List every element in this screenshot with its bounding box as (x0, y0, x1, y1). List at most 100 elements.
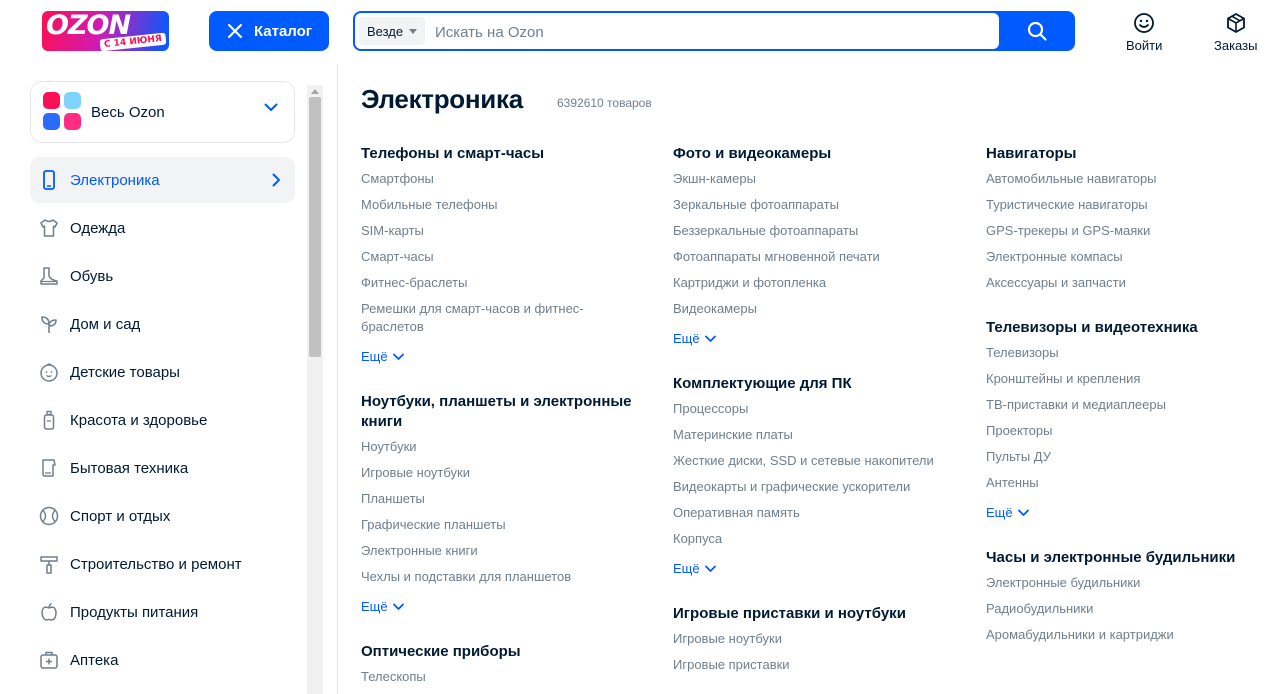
sidebar-item-food[interactable]: Продукты питания (30, 589, 295, 635)
category-group-title[interactable]: Навигаторы (986, 144, 1261, 164)
show-more-link[interactable]: Ещё (986, 504, 1261, 522)
subcategory-link[interactable]: Аромабудильники и картриджи (986, 626, 1261, 644)
sidebar-item-clothes[interactable]: Одежда (30, 205, 295, 251)
baby-icon (38, 361, 60, 383)
subcategory-link[interactable]: ТВ-приставки и медиаплееры (986, 396, 1261, 414)
subcategory-link[interactable]: Кронштейны и крепления (986, 370, 1261, 388)
product-count: 6392610 товаров (557, 96, 652, 110)
sidebar-item-home-garden[interactable]: Дом и сад (30, 301, 295, 347)
subcategory-link[interactable]: Видеокамеры (673, 300, 953, 318)
show-more-link[interactable]: Ещё (673, 330, 953, 348)
subcategory-link[interactable]: Телевизоры (986, 344, 1261, 362)
subcategory-link[interactable]: GPS-трекеры и GPS-маяки (986, 222, 1261, 240)
subcategory-link[interactable]: Процессоры (673, 400, 953, 418)
category-group: Ноутбуки, планшеты и электронные книги Н… (361, 392, 641, 616)
show-more-label: Ещё (361, 349, 388, 364)
subcategory-link[interactable]: Ремешки для смарт-часов и фитнес-браслет… (361, 300, 616, 336)
category-group: Игровые приставки и ноутбуки Игровые ноу… (673, 604, 953, 674)
all-ozon-label: Весь Ozon (91, 103, 165, 121)
show-more-link[interactable]: Ещё (673, 560, 953, 578)
sidebar-item-kids[interactable]: Детские товары (30, 349, 295, 395)
category-group-title[interactable]: Телефоны и смарт-часы (361, 144, 641, 164)
sidebar-item-construction[interactable]: Строительство и ремонт (30, 541, 295, 587)
header: OZON С 14 ИЮНЯ Каталог Везде Искать на O… (0, 0, 1274, 64)
first-aid-icon (38, 649, 60, 671)
bottle-icon (38, 409, 60, 431)
category-group: Навигаторы Автомобильные навигаторы Тури… (986, 144, 1261, 292)
scrollbar-thumb[interactable] (309, 97, 321, 357)
subcategory-link[interactable]: Экшн-камеры (673, 170, 953, 188)
subcategory-link[interactable]: Беззеркальные фотоаппараты (673, 222, 953, 240)
box-icon (1226, 13, 1245, 33)
subcategory-link[interactable]: Картриджи и фотопленка (673, 274, 953, 292)
caret-down-icon (409, 28, 418, 34)
sidebar-item-sport[interactable]: Спорт и отдых (30, 493, 295, 539)
sidebar-item-label: Спорт и отдых (70, 507, 171, 525)
sidebar-item-electronics[interactable]: Электроника (30, 157, 295, 203)
sidebar-item-appliances[interactable]: Бытовая техника (30, 445, 295, 491)
sidebar-item-beauty-health[interactable]: Красота и здоровье (30, 397, 295, 443)
subcategory-link[interactable]: Игровые ноутбуки (361, 464, 641, 482)
subcategory-link[interactable]: Электронные будильники (986, 574, 1261, 592)
subcategory-link[interactable]: Корпуса (673, 530, 953, 548)
show-more-link[interactable]: Ещё (361, 598, 641, 616)
search-bar: Везде (353, 11, 1075, 51)
subcategory-link[interactable]: Электронные книги (361, 542, 641, 560)
subcategory-link[interactable]: Мобильные телефоны (361, 196, 641, 214)
subcategory-link[interactable]: Фитнес-браслеты (361, 274, 641, 292)
all-ozon-select[interactable]: Весь Ozon (30, 81, 295, 143)
subcategory-link[interactable]: Планшеты (361, 490, 641, 508)
subcategory-link[interactable]: Автомобильные навигаторы (986, 170, 1261, 188)
show-more-link[interactable]: Ещё (361, 348, 641, 366)
subcategory-link[interactable]: Графические планшеты (361, 516, 641, 534)
category-group-title[interactable]: Часы и электронные будильники (986, 548, 1261, 568)
scroll-up-arrow-icon[interactable] (311, 89, 319, 94)
sidebar-item-pharmacy[interactable]: Аптека (30, 637, 295, 683)
subcategory-link[interactable]: Аксессуары и запчасти (986, 274, 1261, 292)
subcategory-link[interactable]: Радиобудильники (986, 600, 1261, 618)
subcategory-link[interactable]: Жесткие диски, SSD и сетевые накопители (673, 452, 953, 470)
ozon-logo[interactable]: OZON С 14 ИЮНЯ (42, 11, 169, 51)
subcategory-link[interactable]: Антенны (986, 474, 1261, 492)
orders-button[interactable]: Заказы (1214, 11, 1257, 53)
subcategory-link[interactable]: Игровые приставки (673, 656, 953, 674)
search-input[interactable] (433, 13, 977, 51)
category-group-title[interactable]: Ноутбуки, планшеты и электронные книги (361, 392, 641, 432)
subcategory-link[interactable]: Материнские платы (673, 426, 953, 444)
catalog-button[interactable]: Каталог (209, 11, 329, 51)
sidebar-item-shoes[interactable]: Обувь (30, 253, 295, 299)
subcategory-link[interactable]: Проекторы (986, 422, 1261, 440)
category-group-title[interactable]: Комплектующие для ПК (673, 374, 953, 394)
sidebar-item-label: Строительство и ремонт (70, 555, 242, 573)
subcategory-link[interactable]: Телескопы (361, 668, 641, 686)
sidebar-item-label: Обувь (70, 267, 114, 285)
category-group: Телевизоры и видеотехника Телевизоры Кро… (986, 318, 1261, 522)
chevron-down-icon (704, 565, 716, 572)
subcategory-link[interactable]: Смартфоны (361, 170, 641, 188)
subcategory-link[interactable]: SIM-карты (361, 222, 641, 240)
subcategory-link[interactable]: Чехлы и подставки для планшетов (361, 568, 641, 586)
search-button[interactable] (999, 11, 1075, 51)
subcategory-link[interactable]: Ноутбуки (361, 438, 641, 456)
subcategory-link[interactable]: Электронные компасы (986, 248, 1261, 266)
category-group-title[interactable]: Оптические приборы (361, 642, 641, 662)
subcategory-link[interactable]: Фотоаппараты мгновенной печати (673, 248, 953, 266)
category-group-title[interactable]: Фото и видеокамеры (673, 144, 953, 164)
subcategory-link[interactable]: Видеокарты и графические ускорители (673, 478, 953, 496)
subcategory-link[interactable]: Пульты ДУ (986, 448, 1261, 466)
apple-icon (38, 601, 60, 623)
category-group-title[interactable]: Телевизоры и видеотехника (986, 318, 1261, 338)
category-group-title[interactable]: Игровые приставки и ноутбуки (673, 604, 953, 624)
subcategory-link[interactable]: Оперативная память (673, 504, 953, 522)
shirt-icon (38, 217, 60, 239)
chevron-down-icon (1017, 509, 1029, 516)
sidebar-scrollbar[interactable] (307, 85, 323, 694)
subcategory-link[interactable]: Игровые ноутбуки (673, 630, 953, 648)
subcategory-link[interactable]: Смарт-часы (361, 248, 641, 266)
subcategory-link[interactable]: Туристические навигаторы (986, 196, 1261, 214)
search-field: Везде (355, 13, 999, 51)
login-button[interactable]: Войти (1126, 11, 1162, 53)
category-group: Телефоны и смарт-часы Смартфоны Мобильны… (361, 144, 641, 366)
search-scope-select[interactable]: Везде (359, 17, 426, 45)
subcategory-link[interactable]: Зеркальные фотоаппараты (673, 196, 953, 214)
